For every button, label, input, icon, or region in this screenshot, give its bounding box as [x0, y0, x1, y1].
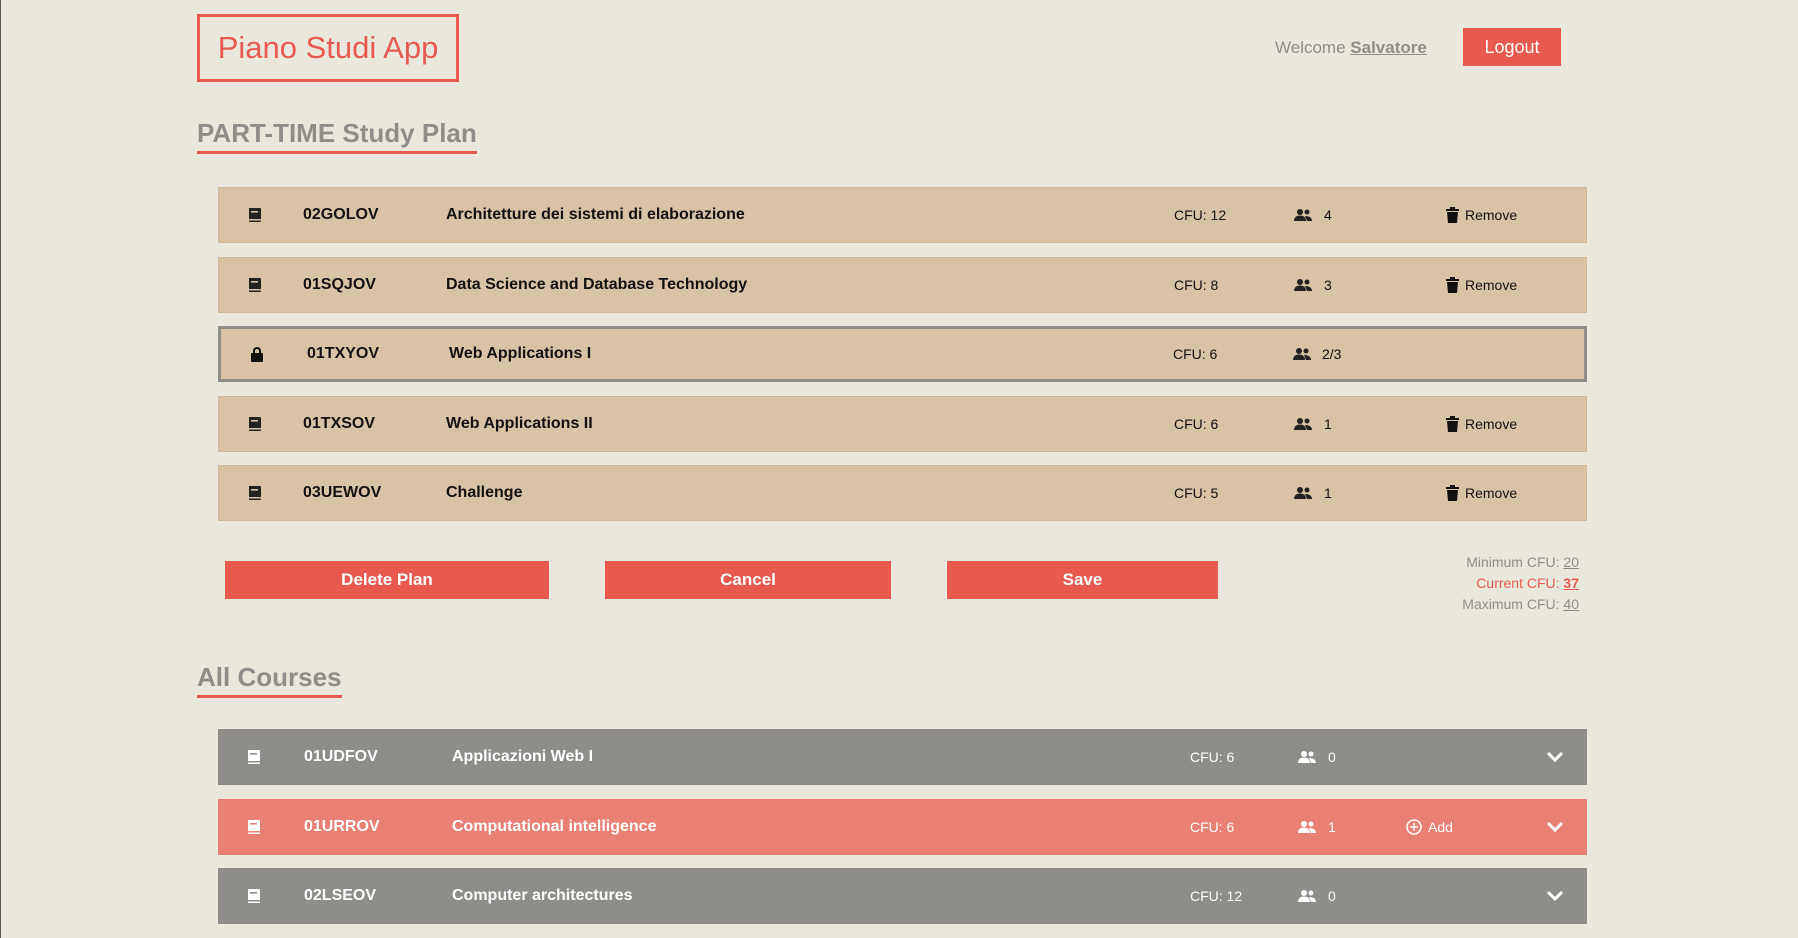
course-name: Architetture dei sistemi di elaborazione — [446, 206, 745, 223]
minimum-cfu-label: Minimum CFU: — [1466, 554, 1560, 570]
course-cfu: CFU: 6 — [1174, 416, 1219, 432]
trash-icon — [1446, 207, 1459, 223]
delete-plan-button[interactable]: Delete Plan — [225, 561, 549, 599]
people-icon — [1294, 279, 1312, 291]
course-row[interactable]: 01UDFOV Applicazioni Web I CFU: 6 0 — [218, 729, 1587, 785]
people-icon — [1298, 890, 1316, 902]
remove-label: Remove — [1465, 485, 1518, 501]
maximum-cfu: Maximum CFU: 40 — [1462, 594, 1579, 615]
course-code: 02GOLOV — [303, 206, 379, 223]
plan-row: 01SQJOV Data Science and Database Techno… — [218, 257, 1587, 313]
course-code: 02LSEOV — [304, 887, 377, 904]
course-row[interactable]: 02LSEOV Computer architectures CFU: 12 0 — [218, 868, 1587, 924]
trash-icon — [1446, 416, 1459, 432]
course-code: 01TXSOV — [303, 415, 376, 432]
book-icon — [248, 750, 260, 764]
plus-circle-icon — [1406, 819, 1422, 835]
book-icon — [249, 486, 261, 500]
book-icon — [248, 889, 260, 903]
course-cfu: CFU: 5 — [1174, 485, 1219, 501]
people-icon — [1294, 487, 1312, 499]
plan-row: 03UEWOV Challenge CFU: 5 1 Remove — [218, 465, 1587, 521]
book-icon — [249, 417, 261, 431]
book-icon — [249, 208, 261, 222]
minimum-cfu: Minimum CFU: 20 — [1462, 552, 1579, 573]
remove-button[interactable]: Remove — [1446, 207, 1517, 223]
remove-label: Remove — [1465, 207, 1518, 223]
course-name: Applicazioni Web I — [452, 748, 594, 765]
welcome-message: Welcome Salvatore — [1275, 38, 1427, 58]
course-code: 01TXYOV — [307, 345, 380, 362]
enrolled-count: 1 — [1328, 819, 1336, 835]
people-icon — [1298, 821, 1316, 833]
maximum-cfu-label: Maximum CFU: — [1462, 596, 1560, 612]
enrolled-count: 1 — [1324, 416, 1332, 432]
course-name: Computational intelligence — [452, 818, 657, 835]
plan-row: 01TXSOV Web Applications II CFU: 6 1 Rem… — [218, 396, 1587, 452]
enrolled-count: 1 — [1324, 485, 1332, 501]
welcome-prefix: Welcome — [1275, 38, 1346, 57]
current-cfu-label: Current CFU: — [1476, 575, 1560, 591]
people-icon — [1294, 209, 1312, 221]
course-code: 03UEWOV — [303, 484, 382, 501]
course-cfu: CFU: 6 — [1190, 819, 1235, 835]
current-cfu: Current CFU: 37 — [1462, 573, 1579, 594]
chevron-down-icon[interactable] — [1545, 820, 1565, 834]
book-icon — [249, 278, 261, 292]
app-brand[interactable]: Piano Studi App — [197, 14, 459, 82]
enrolled-count: 2/3 — [1322, 346, 1342, 362]
all-courses-title: All Courses — [197, 662, 342, 698]
save-button[interactable]: Save — [947, 561, 1218, 599]
people-icon — [1293, 348, 1311, 360]
course-cfu: CFU: 6 — [1190, 749, 1235, 765]
lock-icon — [251, 347, 263, 362]
course-cfu: CFU: 12 — [1190, 888, 1243, 904]
cancel-button[interactable]: Cancel — [605, 561, 891, 599]
remove-button[interactable]: Remove — [1446, 485, 1517, 501]
course-code: 01UDFOV — [304, 748, 378, 765]
course-cfu: CFU: 6 — [1173, 346, 1218, 362]
page: Piano Studi App Welcome Salvatore Logout… — [0, 0, 1798, 938]
course-name: Computer architectures — [452, 887, 633, 904]
course-code: 01SQJOV — [303, 276, 376, 293]
trash-icon — [1446, 485, 1459, 501]
remove-label: Remove — [1465, 416, 1518, 432]
book-icon — [248, 820, 260, 834]
add-label: Add — [1428, 819, 1453, 835]
remove-label: Remove — [1465, 277, 1518, 293]
people-icon — [1294, 418, 1312, 430]
chevron-down-icon[interactable] — [1545, 750, 1565, 764]
minimum-cfu-value: 20 — [1563, 554, 1579, 570]
people-icon — [1298, 751, 1316, 763]
remove-button[interactable]: Remove — [1446, 277, 1517, 293]
current-cfu-value: 37 — [1563, 575, 1579, 591]
remove-button[interactable]: Remove — [1446, 416, 1517, 432]
maximum-cfu-value: 40 — [1563, 596, 1579, 612]
course-name: Data Science and Database Technology — [446, 276, 748, 293]
course-name: Web Applications II — [446, 415, 593, 432]
course-name: Web Applications I — [449, 345, 592, 362]
trash-icon — [1446, 277, 1459, 293]
course-cfu: CFU: 8 — [1174, 277, 1219, 293]
course-cfu: CFU: 12 — [1174, 207, 1227, 223]
plan-row: 02GOLOV Architetture dei sistemi di elab… — [218, 187, 1587, 243]
enrolled-count: 3 — [1324, 277, 1332, 293]
course-name: Challenge — [446, 484, 523, 501]
course-code: 01URROV — [304, 818, 380, 835]
chevron-down-icon[interactable] — [1545, 889, 1565, 903]
enrolled-count: 4 — [1324, 207, 1332, 223]
enrolled-count: 0 — [1328, 749, 1336, 765]
add-button[interactable]: Add — [1406, 819, 1453, 835]
username-link[interactable]: Salvatore — [1350, 38, 1427, 57]
enrolled-count: 0 — [1328, 888, 1336, 904]
course-row-addable[interactable]: 01URROV Computational intelligence CFU: … — [218, 799, 1587, 855]
study-plan-title: PART-TIME Study Plan — [197, 118, 477, 154]
plan-row-locked: 01TXYOV Web Applications I CFU: 6 2/3 — [218, 326, 1587, 382]
logout-button[interactable]: Logout — [1463, 28, 1561, 66]
cfu-summary: Minimum CFU: 20 Current CFU: 37 Maximum … — [1462, 552, 1579, 615]
